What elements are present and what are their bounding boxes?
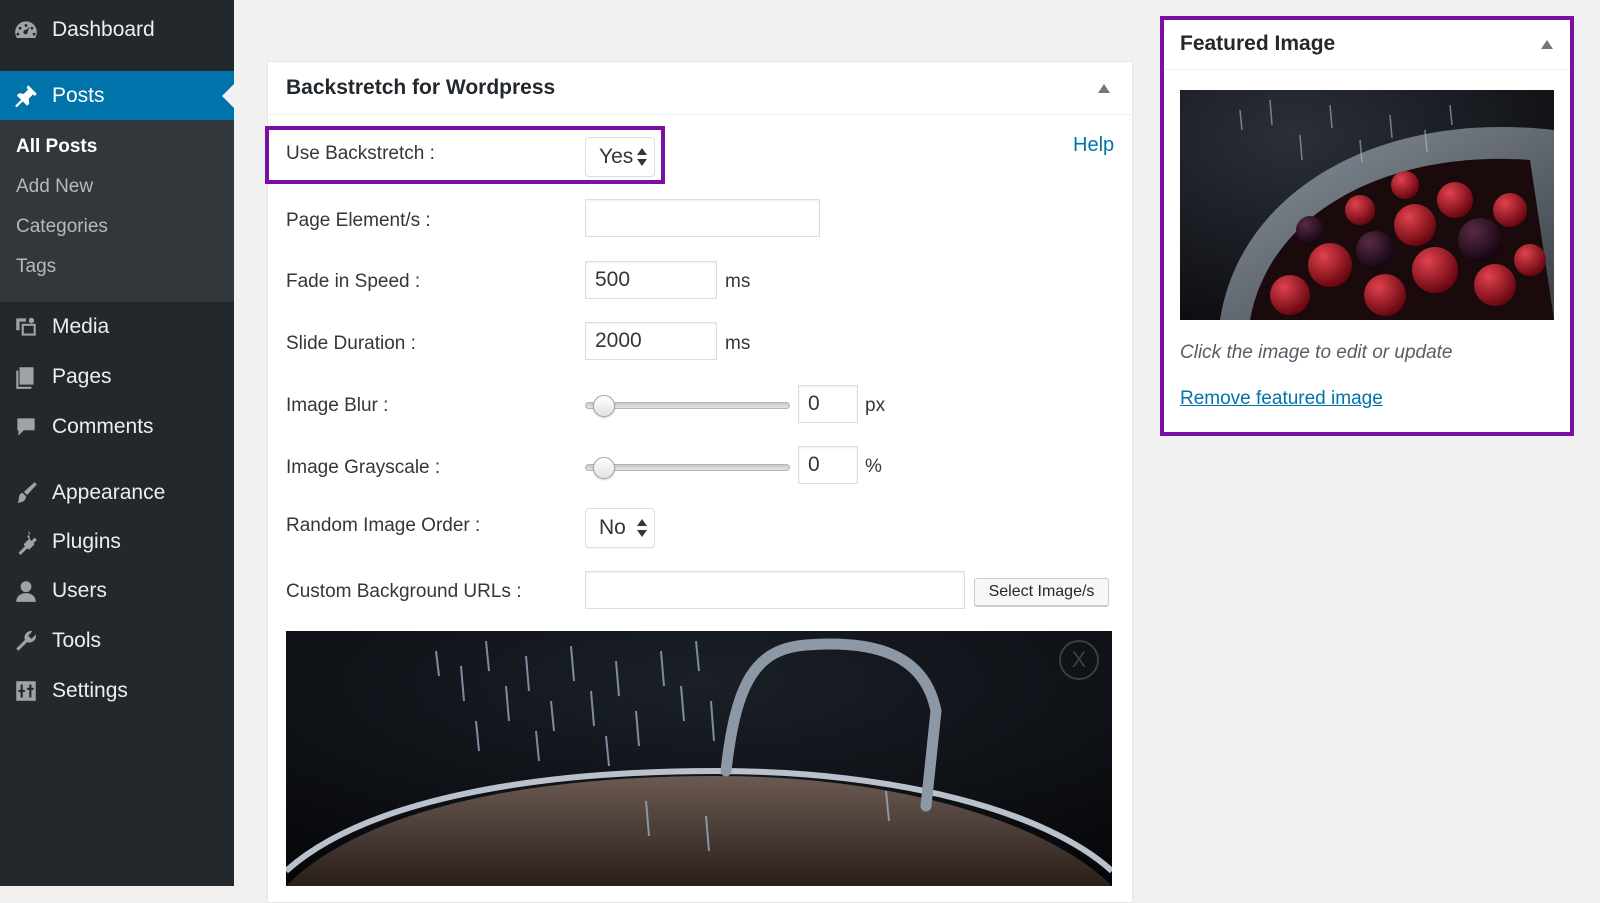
submenu-tags[interactable]: Tags (16, 256, 56, 278)
featured-image-title: Featured Image (1180, 32, 1336, 55)
menu-dashboard[interactable]: Dashboard (0, 6, 234, 54)
image-grayscale-label: Image Grayscale : (286, 457, 441, 478)
dashboard-icon (12, 16, 40, 44)
user-icon (12, 577, 40, 605)
menu-label: Plugins (52, 530, 121, 553)
backstretch-preview-image[interactable] (286, 631, 1112, 886)
menu-label: Comments (52, 415, 154, 438)
remove-preview-button[interactable]: X (1059, 640, 1099, 680)
menu-label: Dashboard (52, 18, 155, 41)
comment-icon (12, 413, 40, 441)
custom-urls-input[interactable] (585, 571, 965, 609)
image-blur-input[interactable]: 0 (798, 385, 858, 423)
remove-featured-image-link[interactable]: Remove featured image (1180, 388, 1383, 410)
select-arrows-icon (637, 517, 647, 539)
menu-comments[interactable]: Comments (0, 403, 234, 451)
select-value: No (599, 516, 626, 539)
submenu-all-posts[interactable]: All Posts (16, 136, 97, 158)
menu-appearance[interactable]: Appearance (0, 469, 234, 517)
paintbrush-icon (12, 479, 40, 507)
current-menu-arrow (222, 84, 234, 108)
featured-image-thumbnail[interactable] (1180, 90, 1554, 320)
image-grayscale-input[interactable]: 0 (798, 446, 858, 484)
pin-icon (12, 82, 40, 110)
use-backstretch-label: Use Backstretch : (286, 143, 435, 164)
media-icon (12, 313, 40, 341)
submenu-add-new[interactable]: Add New (16, 176, 93, 198)
custom-urls-label: Custom Background URLs : (286, 581, 522, 602)
image-blur-slider-handle[interactable] (593, 395, 615, 417)
menu-users[interactable]: Users (0, 567, 234, 615)
menu-label: Users (52, 579, 107, 602)
settings-icon (12, 677, 40, 705)
help-link[interactable]: Help (1073, 134, 1114, 157)
menu-label: Settings (52, 679, 128, 702)
admin-sidebar: Dashboard Posts All Posts Add New Catego… (0, 0, 234, 886)
menu-label: Posts (52, 84, 105, 107)
image-grayscale-slider-track[interactable] (585, 464, 790, 471)
menu-settings[interactable]: Settings (0, 667, 234, 715)
metabox-header: Backstretch for Wordpress (268, 62, 1132, 115)
select-arrows-icon (637, 146, 647, 168)
menu-label: Pages (52, 365, 112, 388)
fade-in-speed-unit: ms (725, 271, 751, 292)
slide-duration-input[interactable]: 2000 (585, 322, 717, 360)
menu-label: Appearance (52, 481, 166, 504)
random-order-label: Random Image Order : (286, 515, 481, 536)
posts-submenu: All Posts Add New Categories Tags (0, 120, 234, 302)
page-elements-label: Page Element/s : (286, 210, 431, 231)
image-blur-unit: px (865, 395, 886, 416)
menu-label: Tools (52, 629, 102, 652)
slide-duration-unit: ms (725, 333, 751, 354)
plugin-icon (12, 528, 40, 556)
menu-plugins[interactable]: Plugins (0, 518, 234, 566)
metabox-toggle-icon[interactable] (1098, 84, 1110, 93)
menu-media[interactable]: Media (0, 303, 234, 351)
page-elements-input[interactable] (585, 199, 820, 237)
menu-label: Media (52, 315, 110, 338)
menu-tools[interactable]: Tools (0, 617, 234, 665)
featured-toggle-icon[interactable] (1541, 40, 1553, 49)
menu-posts[interactable]: Posts (0, 71, 234, 121)
pages-icon (12, 363, 40, 391)
wrench-icon (12, 627, 40, 655)
image-grayscale-slider-handle[interactable] (593, 457, 615, 479)
select-images-button[interactable]: Select Image/s (974, 578, 1109, 606)
menu-pages[interactable]: Pages (0, 353, 234, 401)
slide-duration-label: Slide Duration : (286, 333, 416, 354)
metabox-title: Backstretch for Wordpress (286, 76, 556, 99)
image-blur-slider-track[interactable] (585, 402, 790, 409)
image-blur-label: Image Blur : (286, 395, 389, 416)
random-order-select[interactable]: No (585, 508, 655, 548)
featured-image-caption: Click the image to edit or update (1180, 342, 1453, 363)
image-grayscale-unit: % (865, 456, 882, 477)
use-backstretch-select[interactable]: Yes (585, 137, 655, 177)
featured-divider (1164, 69, 1570, 70)
select-value: Yes (599, 145, 634, 168)
fade-in-speed-label: Fade in Speed : (286, 271, 421, 292)
fade-in-speed-input[interactable]: 500 (585, 261, 717, 299)
submenu-categories[interactable]: Categories (16, 216, 108, 238)
